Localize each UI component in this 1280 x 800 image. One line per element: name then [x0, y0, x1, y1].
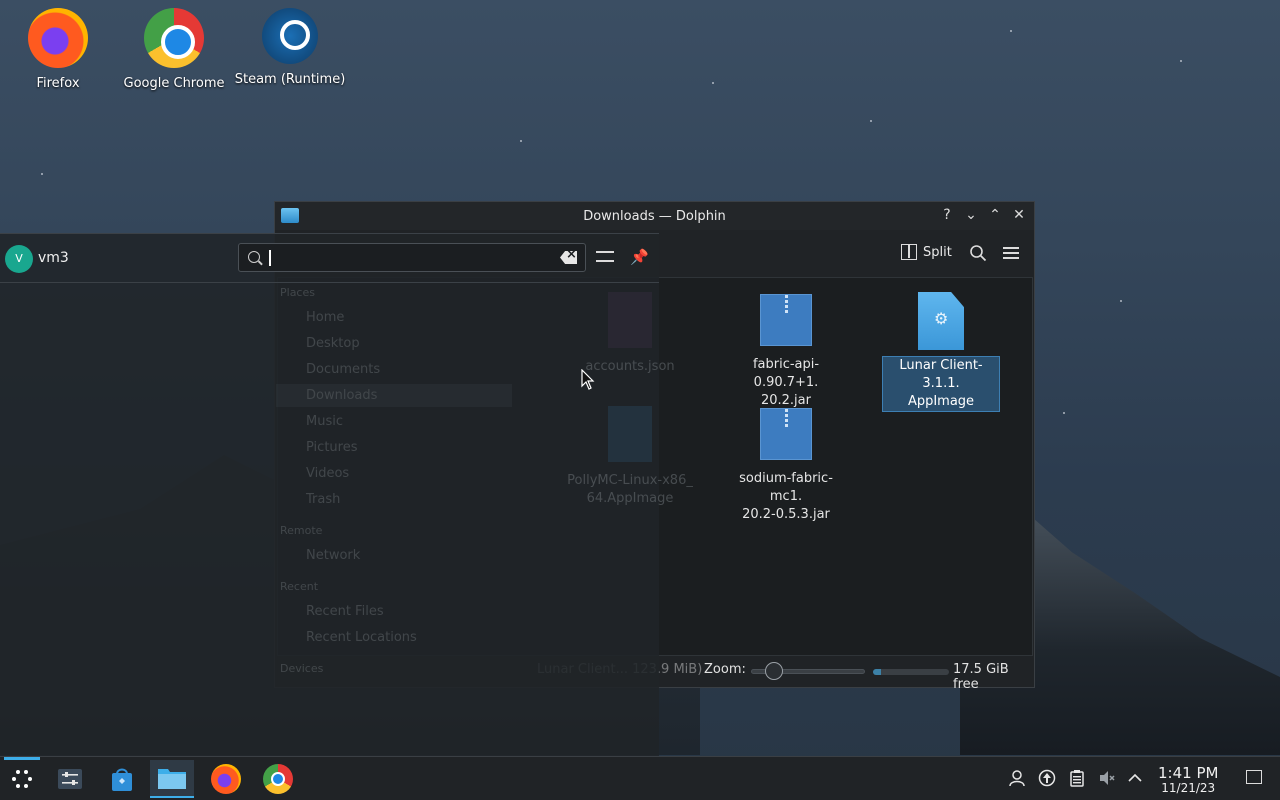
avatar[interactable]: V: [5, 245, 33, 273]
place-downloads: Downloads: [276, 384, 512, 407]
search-field[interactable]: [238, 243, 586, 272]
place-documents: Documents: [306, 362, 381, 377]
search-input[interactable]: [267, 248, 547, 268]
dolphin-task-button[interactable]: [150, 760, 194, 798]
split-view-icon: [901, 244, 917, 260]
minimize-button[interactable]: ⌄: [962, 206, 980, 224]
ghost-file-accounts: accounts.json: [565, 292, 695, 376]
devices-header: Devices: [280, 662, 324, 675]
chrome-task-button[interactable]: [256, 760, 300, 798]
steamos-logo-icon: [12, 770, 32, 788]
free-space-bar: [873, 669, 949, 675]
json-file-icon: [608, 292, 652, 348]
maximize-button[interactable]: ⌃: [986, 206, 1004, 224]
window-title: Downloads — Dolphin: [583, 208, 726, 224]
file-name-line2: AppImage: [907, 394, 975, 409]
file-name-selected: Lunar Client-3.1.1. AppImage: [882, 356, 1000, 412]
desktop-icon-chrome[interactable]: Google Chrome: [116, 8, 232, 91]
ghost-file-pollymc: PollyMC-Linux-x86_ 64.AppImage: [565, 406, 695, 508]
file-name-line1: PollyMC-Linux-x86_: [567, 473, 693, 488]
desktop-icon-label: Google Chrome: [123, 76, 225, 91]
search-icon: [248, 251, 260, 263]
file-name-line2: 20.2-0.5.3.jar: [742, 507, 830, 522]
search-icon[interactable]: [969, 244, 987, 262]
settings-sliders-icon: [58, 769, 82, 789]
firefox-icon: [211, 764, 241, 794]
zoom-label: Zoom:: [704, 662, 746, 677]
place-network: Network: [306, 548, 361, 563]
help-button[interactable]: ?: [938, 206, 956, 224]
digital-clock[interactable]: 1:41 PM 11/21/23: [1158, 764, 1218, 795]
system-settings-button[interactable]: [48, 760, 92, 798]
user-name: vm3: [38, 250, 69, 266]
archive-file-icon: [760, 408, 812, 460]
place-music: Music: [306, 414, 343, 429]
clock-time: 1:41 PM: [1158, 764, 1219, 782]
chrome-icon: [144, 8, 204, 68]
taskbar: 1:41 PM 11/21/23: [0, 756, 1280, 800]
appimage-file-icon: [918, 292, 964, 350]
chrome-icon: [263, 764, 293, 794]
clear-text-icon[interactable]: [560, 251, 577, 264]
clipboard-icon[interactable]: [1068, 769, 1086, 787]
place-recent-files: Recent Files: [306, 604, 384, 619]
file-item-lunar-client[interactable]: Lunar Client-3.1.1. AppImage: [882, 292, 1000, 412]
zoom-slider-handle[interactable]: [764, 662, 783, 680]
divider: [0, 282, 659, 283]
updates-icon[interactable]: [1038, 769, 1056, 787]
archive-file-icon: [760, 294, 812, 346]
split-label: Split: [923, 244, 952, 260]
file-item-sodium[interactable]: sodium-fabric-mc1. 20.2-0.5.3.jar: [727, 408, 845, 524]
pin-icon[interactable]: 📌: [630, 248, 649, 266]
file-item-fabric-api[interactable]: fabric-api-0.90.7+1. 20.2.jar: [727, 294, 845, 410]
place-recent-locations: Recent Locations: [306, 630, 417, 645]
file-name-line1: sodium-fabric-mc1.: [739, 471, 833, 504]
split-button[interactable]: Split: [901, 244, 952, 260]
clock-date: 11/21/23: [1161, 781, 1216, 795]
desktop-icon-label: Steam (Runtime): [234, 72, 346, 87]
user-icon[interactable]: [1008, 769, 1026, 787]
desktop-icon-steam[interactable]: Steam (Runtime): [232, 8, 348, 87]
remote-header: Remote: [280, 524, 323, 537]
discover-store-icon: [112, 768, 132, 791]
hamburger-menu-icon[interactable]: [1002, 245, 1020, 261]
show-desktop-button[interactable]: [1246, 770, 1262, 784]
folder-icon: [158, 769, 186, 789]
place-pictures: Pictures: [306, 440, 358, 455]
place-home: Home: [306, 310, 345, 325]
free-space-label: 17.5 GiB free: [953, 662, 1009, 692]
recent-header: Recent: [280, 580, 319, 593]
configure-icon[interactable]: [596, 248, 614, 266]
firefox-icon: [28, 8, 88, 68]
application-launcher-button[interactable]: [0, 760, 44, 798]
file-name-line1: Lunar Client-3.1.1.: [899, 358, 983, 391]
place-trash: Trash: [306, 492, 341, 507]
krunner-overlay: V vm3 📌 Places Home Desktop Documents Do…: [0, 233, 693, 756]
volume-muted-icon[interactable]: [1098, 769, 1116, 787]
steam-icon: [262, 8, 318, 64]
places-header: Places: [280, 286, 315, 299]
text-caret: [269, 250, 271, 266]
firefox-task-button[interactable]: [204, 760, 248, 798]
close-button[interactable]: ✕: [1010, 206, 1028, 224]
file-name-line1: fabric-api-0.90.7+1.: [752, 357, 820, 390]
file-name-line2: 64.AppImage: [586, 491, 674, 506]
discover-button[interactable]: [100, 760, 144, 798]
place-desktop: Desktop: [306, 336, 360, 351]
desktop-icon-firefox[interactable]: Firefox: [0, 8, 116, 91]
desktop-icon-label: Firefox: [36, 76, 80, 91]
place-videos: Videos: [306, 466, 350, 481]
mouse-cursor-icon: [581, 369, 595, 390]
appimage-file-icon: [608, 406, 652, 462]
window-titlebar[interactable]: Downloads — Dolphin ? ⌄ ⌃ ✕: [275, 202, 1034, 230]
chevron-up-icon[interactable]: [1126, 769, 1144, 787]
